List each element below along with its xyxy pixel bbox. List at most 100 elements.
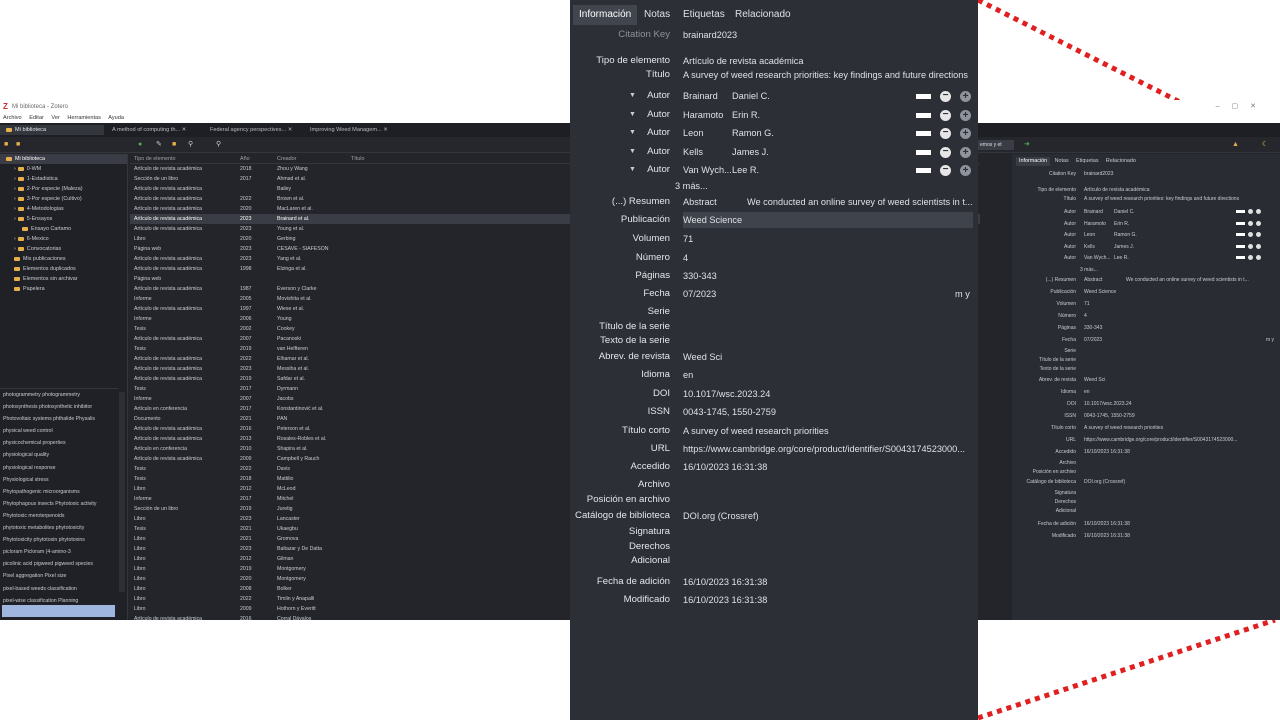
field-value[interactable]: Weed Sci [683,349,973,365]
tag-row[interactable]: Phytopathogenic microorganisms [0,486,118,498]
chevron-right-icon[interactable]: › [14,216,16,222]
author-last-name[interactable]: Leon [683,125,733,141]
tag-filter-input[interactable] [2,605,115,617]
field-value[interactable]: 07/2023 [683,286,973,302]
add-author-icon[interactable] [1256,232,1261,237]
field-value[interactable]: 16/10/2023 16:31:38 [1084,448,1278,456]
tab-relacionado[interactable]: Relacionado [729,5,797,25]
field-value[interactable]: A survey of weed research priorities [1084,424,1278,432]
tag-row[interactable]: Pixel aggregation Pixel size [0,570,118,582]
abstract-value[interactable]: We conducted an online survey of weed sc… [747,194,973,210]
author-first-name[interactable]: Lee R. [732,162,792,178]
tag-row[interactable]: Physiological stress [0,474,118,486]
collection-row[interactable]: › 0-WM [0,164,127,174]
author-first-name[interactable]: Lee R. [1114,254,1154,262]
menu-herramientas[interactable]: Herramientas [67,115,101,121]
tag-scrollbar[interactable] [119,392,125,592]
add-author-icon[interactable] [1256,220,1261,226]
field-value[interactable]: https://www.cambridge.org/core/product/i… [683,441,973,457]
author-last-name[interactable]: Brainard [683,88,733,104]
collection-row[interactable]: Ensayo Cartamo [0,224,127,234]
field-value[interactable]: brainard2023 [1084,170,1278,178]
field-value[interactable]: 71 [683,231,973,247]
tag-row[interactable]: picolinic acid pigweed pigweed species [0,558,118,570]
remove-author-icon[interactable]: − [940,146,951,158]
remove-author-icon[interactable] [1248,243,1253,249]
field-value[interactable]: https://www.cambridge.org/core/product/i… [1084,436,1278,444]
tab-notas-small[interactable]: Notas [1052,157,1072,166]
menu-archivo[interactable]: Archivo [3,115,22,121]
collection-row[interactable]: Mis publicaciones [0,254,127,264]
more-authors-link[interactable]: 3 más... [1080,266,1098,274]
tag-row[interactable]: Phytophagous insects Phytotoxic activity [0,498,118,510]
chevron-right-icon[interactable]: › [14,196,16,202]
collection-row[interactable]: Mi biblioteca [0,154,127,164]
remove-author-icon[interactable]: − [940,91,951,102]
chevron-right-icon[interactable]: › [14,166,16,172]
remove-author-icon[interactable] [1248,220,1253,226]
window-controls[interactable]: –▢✕ [1216,100,1268,114]
field-value[interactable]: 0043-1745, 1550-2759 [683,404,973,420]
tag-row[interactable]: physiological quality [0,449,118,461]
chevron-right-icon[interactable]: › [14,176,16,182]
author-last-name[interactable]: Leon [1084,231,1116,239]
tab-reader-3[interactable]: Improving Weed Managem... ✕ [304,125,400,135]
author-first-name[interactable]: Erin R. [1114,220,1154,228]
remove-author-icon[interactable]: − [940,165,951,176]
new-collection-icon[interactable]: ■ [4,141,11,148]
field-value[interactable]: 330-343 [683,268,973,284]
field-value[interactable]: DOI.org (Crossref) [1084,478,1278,486]
author-first-name[interactable]: James J. [1114,243,1154,251]
remove-author-icon[interactable] [1248,209,1253,214]
column-item-type[interactable]: Tipo de elemento [134,154,240,164]
tag-row[interactable]: pixel-based weeds classification [0,583,118,595]
field-value[interactable]: en [683,367,973,383]
menu-editar[interactable]: Editar [29,115,44,121]
author-first-name[interactable]: Ramon G. [732,125,792,141]
field-value[interactable]: 0043-1745, 1550-2759 [1084,412,1278,420]
new-item-icon[interactable]: ● [138,141,145,148]
tag-row[interactable]: physical weed control [0,425,118,437]
maximize-button[interactable]: ▢ [1232,103,1251,110]
column-year[interactable]: Año [240,154,270,164]
collection-row[interactable]: › 6-Mexico [0,234,127,244]
author-last-name[interactable]: Van Wych... [1084,254,1116,262]
collection-row[interactable]: › 2-Por especie (Maleza) [0,184,127,194]
add-author-icon[interactable] [1256,255,1261,260]
tag-row[interactable]: Phytotoxic meroterpenoids [0,510,118,522]
close-tab-icon[interactable]: ✕ [288,127,293,133]
warning-icon[interactable]: ▲ [1232,141,1239,148]
tag-row[interactable]: picloram Picloram (4-amino-3 [0,546,118,558]
tab-reader-2[interactable]: Federal agency perspectives... ✕ [204,125,300,135]
collection-row[interactable]: Papelera [0,284,127,294]
menu-ver[interactable]: Ver [51,115,59,121]
tab-notas[interactable]: Notas [638,5,676,25]
author-first-name[interactable]: Ramon G. [1114,231,1154,239]
menu-ayuda[interactable]: Ayuda [108,115,124,121]
column-creator[interactable]: Creador [277,154,347,164]
add-author-icon[interactable]: + [960,91,971,102]
tag-row[interactable]: Phytotoxicity phytotoxin phytotoxins [0,534,118,546]
swap-name-mode-icon[interactable] [1236,210,1245,213]
chevron-right-icon[interactable]: › [14,246,16,252]
add-author-icon[interactable]: + [960,109,971,121]
add-author-icon[interactable]: + [960,128,971,139]
author-last-name[interactable]: Van Wych... [683,162,733,178]
tag-row[interactable]: photogrammetry photogrammetry [0,389,118,401]
collection-row[interactable]: › 4-Metodologias [0,204,127,214]
field-value[interactable]: Weed Sci [1084,376,1278,384]
close-button[interactable]: ✕ [1250,103,1268,110]
search-icon[interactable]: ⚲ [216,141,223,148]
collection-row[interactable]: › 1-Estadistica [0,174,127,184]
field-value[interactable]: 16/10/2023 16:31:38 [683,592,973,608]
tab-informacion[interactable]: Información [573,5,638,25]
field-value[interactable]: 10.1017/wsc.2023.24 [1084,400,1278,408]
collection-row[interactable]: Elementos duplicados [0,264,127,274]
remove-author-icon[interactable] [1248,255,1253,260]
author-last-name[interactable]: Haramoto [1084,220,1116,228]
tab-relacionado-small[interactable]: Relacionado [1103,157,1139,166]
new-note-icon[interactable]: ■ [172,141,179,148]
tag-row[interactable]: physicochemical properties [0,437,118,449]
field-value[interactable]: 4 [683,250,973,266]
remove-author-icon[interactable]: − [940,128,951,139]
